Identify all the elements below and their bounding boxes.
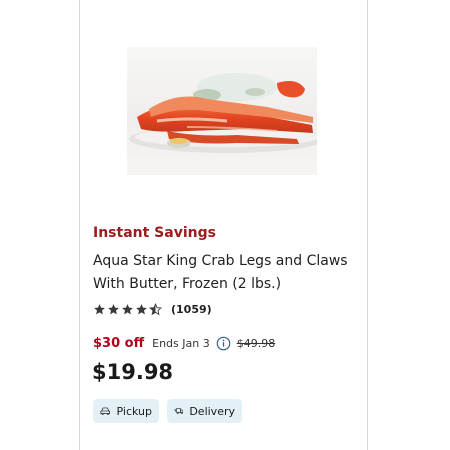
pickup-option[interactable]: Pickup (93, 399, 159, 423)
info-circle-icon[interactable] (216, 336, 231, 351)
promo-row: $30 off Ends Jan 3 $49.98 (93, 334, 275, 352)
instant-savings-label: Instant Savings (93, 225, 216, 241)
discount-amount: $30 off (93, 335, 145, 351)
star-full-icon (122, 303, 133, 314)
rating-stars[interactable]: (1059) (93, 302, 212, 316)
page: Instant Savings Aqua Star King Crab Legs… (0, 0, 450, 450)
product-image[interactable] (127, 47, 317, 175)
crab-legs-photo (127, 47, 317, 175)
star-full-icon (136, 303, 147, 314)
star-half-icon (149, 302, 162, 315)
pickup-label: Pickup (116, 404, 152, 418)
delivery-truck-icon (174, 408, 184, 415)
promo-end-date: Ends Jan 3 (152, 336, 210, 350)
star-full-icon (108, 303, 119, 314)
product-title[interactable]: Aqua Star King Crab Legs and Claws With … (93, 250, 358, 296)
product-card[interactable]: Instant Savings Aqua Star King Crab Legs… (79, 0, 368, 450)
star-full-icon (94, 303, 105, 314)
review-count[interactable]: (1059) (171, 303, 212, 316)
original-price: $49.98 (236, 336, 276, 350)
car-icon (100, 407, 110, 415)
delivery-option[interactable]: Delivery (167, 399, 242, 423)
current-price: $19.98 (92, 360, 174, 384)
delivery-label: Delivery (189, 404, 235, 418)
